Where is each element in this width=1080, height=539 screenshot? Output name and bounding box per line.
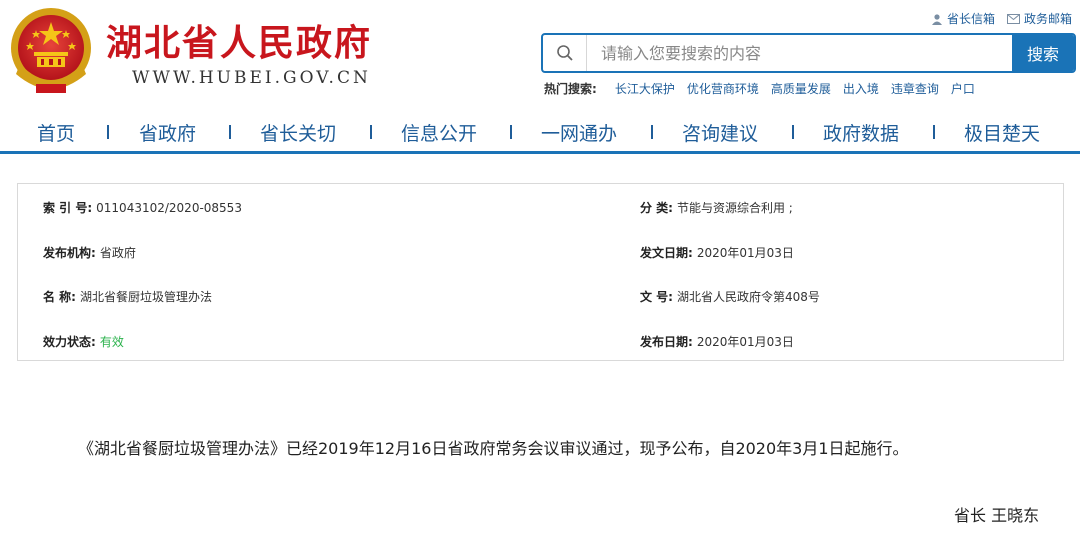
nav-item-one-stop-service[interactable]: 一网通办 [541,119,617,146]
governor-mailbox-link[interactable]: 省长信箱 [931,10,995,27]
nav-divider [933,125,935,139]
doc-name-label: 名 称: [43,290,76,304]
search-icon[interactable] [543,35,587,71]
nav-divider [510,125,512,139]
issue-date-value: 2020年01月03日 [696,246,794,260]
hot-search-item[interactable]: 出入境 [843,80,879,97]
index-number-value: 011043102/2020-08553 [96,201,242,215]
hot-search-item[interactable]: 违章查询 [891,80,939,97]
publish-date-value: 2020年01月03日 [696,335,794,349]
category-value: 节能与资源综合利用 ; [676,201,793,215]
nav-item-consultation[interactable]: 咨询建议 [682,119,758,146]
validity-status-row: 效力状态: 有效 [43,333,124,350]
issue-date-row: 发文日期: 2020年01月03日 [640,244,794,261]
governor-signature: 省长 王晓东 [954,506,1040,525]
doc-number-label: 文 号: [640,290,673,304]
announcement-paragraph: 《湖北省餐厨垃圾管理办法》已经2019年12月16日省政府常务会议审议通过，现予… [78,439,909,458]
doc-number-value: 湖北省人民政府令第408号 [676,290,820,304]
publish-date-row: 发布日期: 2020年01月03日 [640,333,794,350]
governor-mailbox-label: 省长信箱 [946,12,995,26]
category-label: 分 类: [640,201,673,215]
site-url: WWW.HUBEI.GOV.CN [132,68,371,88]
nav-divider [229,125,231,139]
doc-name-row: 名 称: 湖北省餐厨垃圾管理办法 [43,288,212,305]
index-number-row: 索 引 号: 011043102/2020-08553 [43,199,242,216]
validity-status-label: 效力状态: [43,335,96,349]
publish-date-label: 发布日期: [640,335,693,349]
hot-search-item[interactable]: 长江大保护 [615,80,675,97]
search-bar: 搜索 [541,33,1076,73]
gov-email-link[interactable]: 政务邮箱 [1006,10,1072,27]
top-links: 省长信箱 政务邮箱 [931,10,1072,27]
validity-status-value: 有效 [99,335,124,349]
site-title[interactable]: 湖北省人民政府 [106,14,372,66]
issuing-org-value: 省政府 [99,246,136,260]
doc-number-row: 文 号: 湖北省人民政府令第408号 [640,288,820,305]
gov-email-label: 政务邮箱 [1023,12,1072,26]
nav-item-jimu-chutian[interactable]: 极目楚天 [964,119,1040,146]
nav-item-home[interactable]: 首页 [37,119,75,146]
doc-name-value: 湖北省餐厨垃圾管理办法 [79,290,212,304]
nav-divider [651,125,653,139]
hot-searches: 热门搜索: 长江大保护 优化营商环境 高质量发展 出入境 违章查询 户口 [544,80,975,97]
nav-divider [792,125,794,139]
hot-search-label: 热门搜索: [544,82,597,96]
search-button[interactable]: 搜索 [1012,35,1074,71]
nav-item-gov-data[interactable]: 政府数据 [823,119,899,146]
document-info-panel: 索 引 号: 011043102/2020-08553 分 类: 节能与资源综合利用… [17,183,1064,361]
hot-search-item[interactable]: 户口 [951,80,975,97]
issuing-org-row: 发布机构: 省政府 [43,244,136,261]
nav-divider [107,125,109,139]
mail-icon [1006,13,1020,24]
search-input[interactable] [587,35,1012,71]
nav-divider [370,125,372,139]
person-icon [931,13,942,25]
main-nav: 首页 省政府 省长关切 信息公开 一网通办 咨询建议 政府数据 极目楚天 [0,108,1080,154]
nav-item-provincial-gov[interactable]: 省政府 [139,119,196,146]
issuing-org-label: 发布机构: [43,246,96,260]
national-emblem-icon[interactable] [6,4,96,98]
site-header: 湖北省人民政府 WWW.HUBEI.GOV.CN 省长信箱 政务邮箱 搜索 [0,0,1080,108]
nav-item-governor-concerns[interactable]: 省长关切 [260,119,336,146]
hot-search-item[interactable]: 高质量发展 [771,80,831,97]
index-number-label: 索 引 号: [43,201,93,215]
hot-search-item[interactable]: 优化营商环境 [687,80,759,97]
category-row: 分 类: 节能与资源综合利用 ; [640,199,793,216]
nav-item-info-disclosure[interactable]: 信息公开 [401,119,477,146]
issue-date-label: 发文日期: [640,246,693,260]
